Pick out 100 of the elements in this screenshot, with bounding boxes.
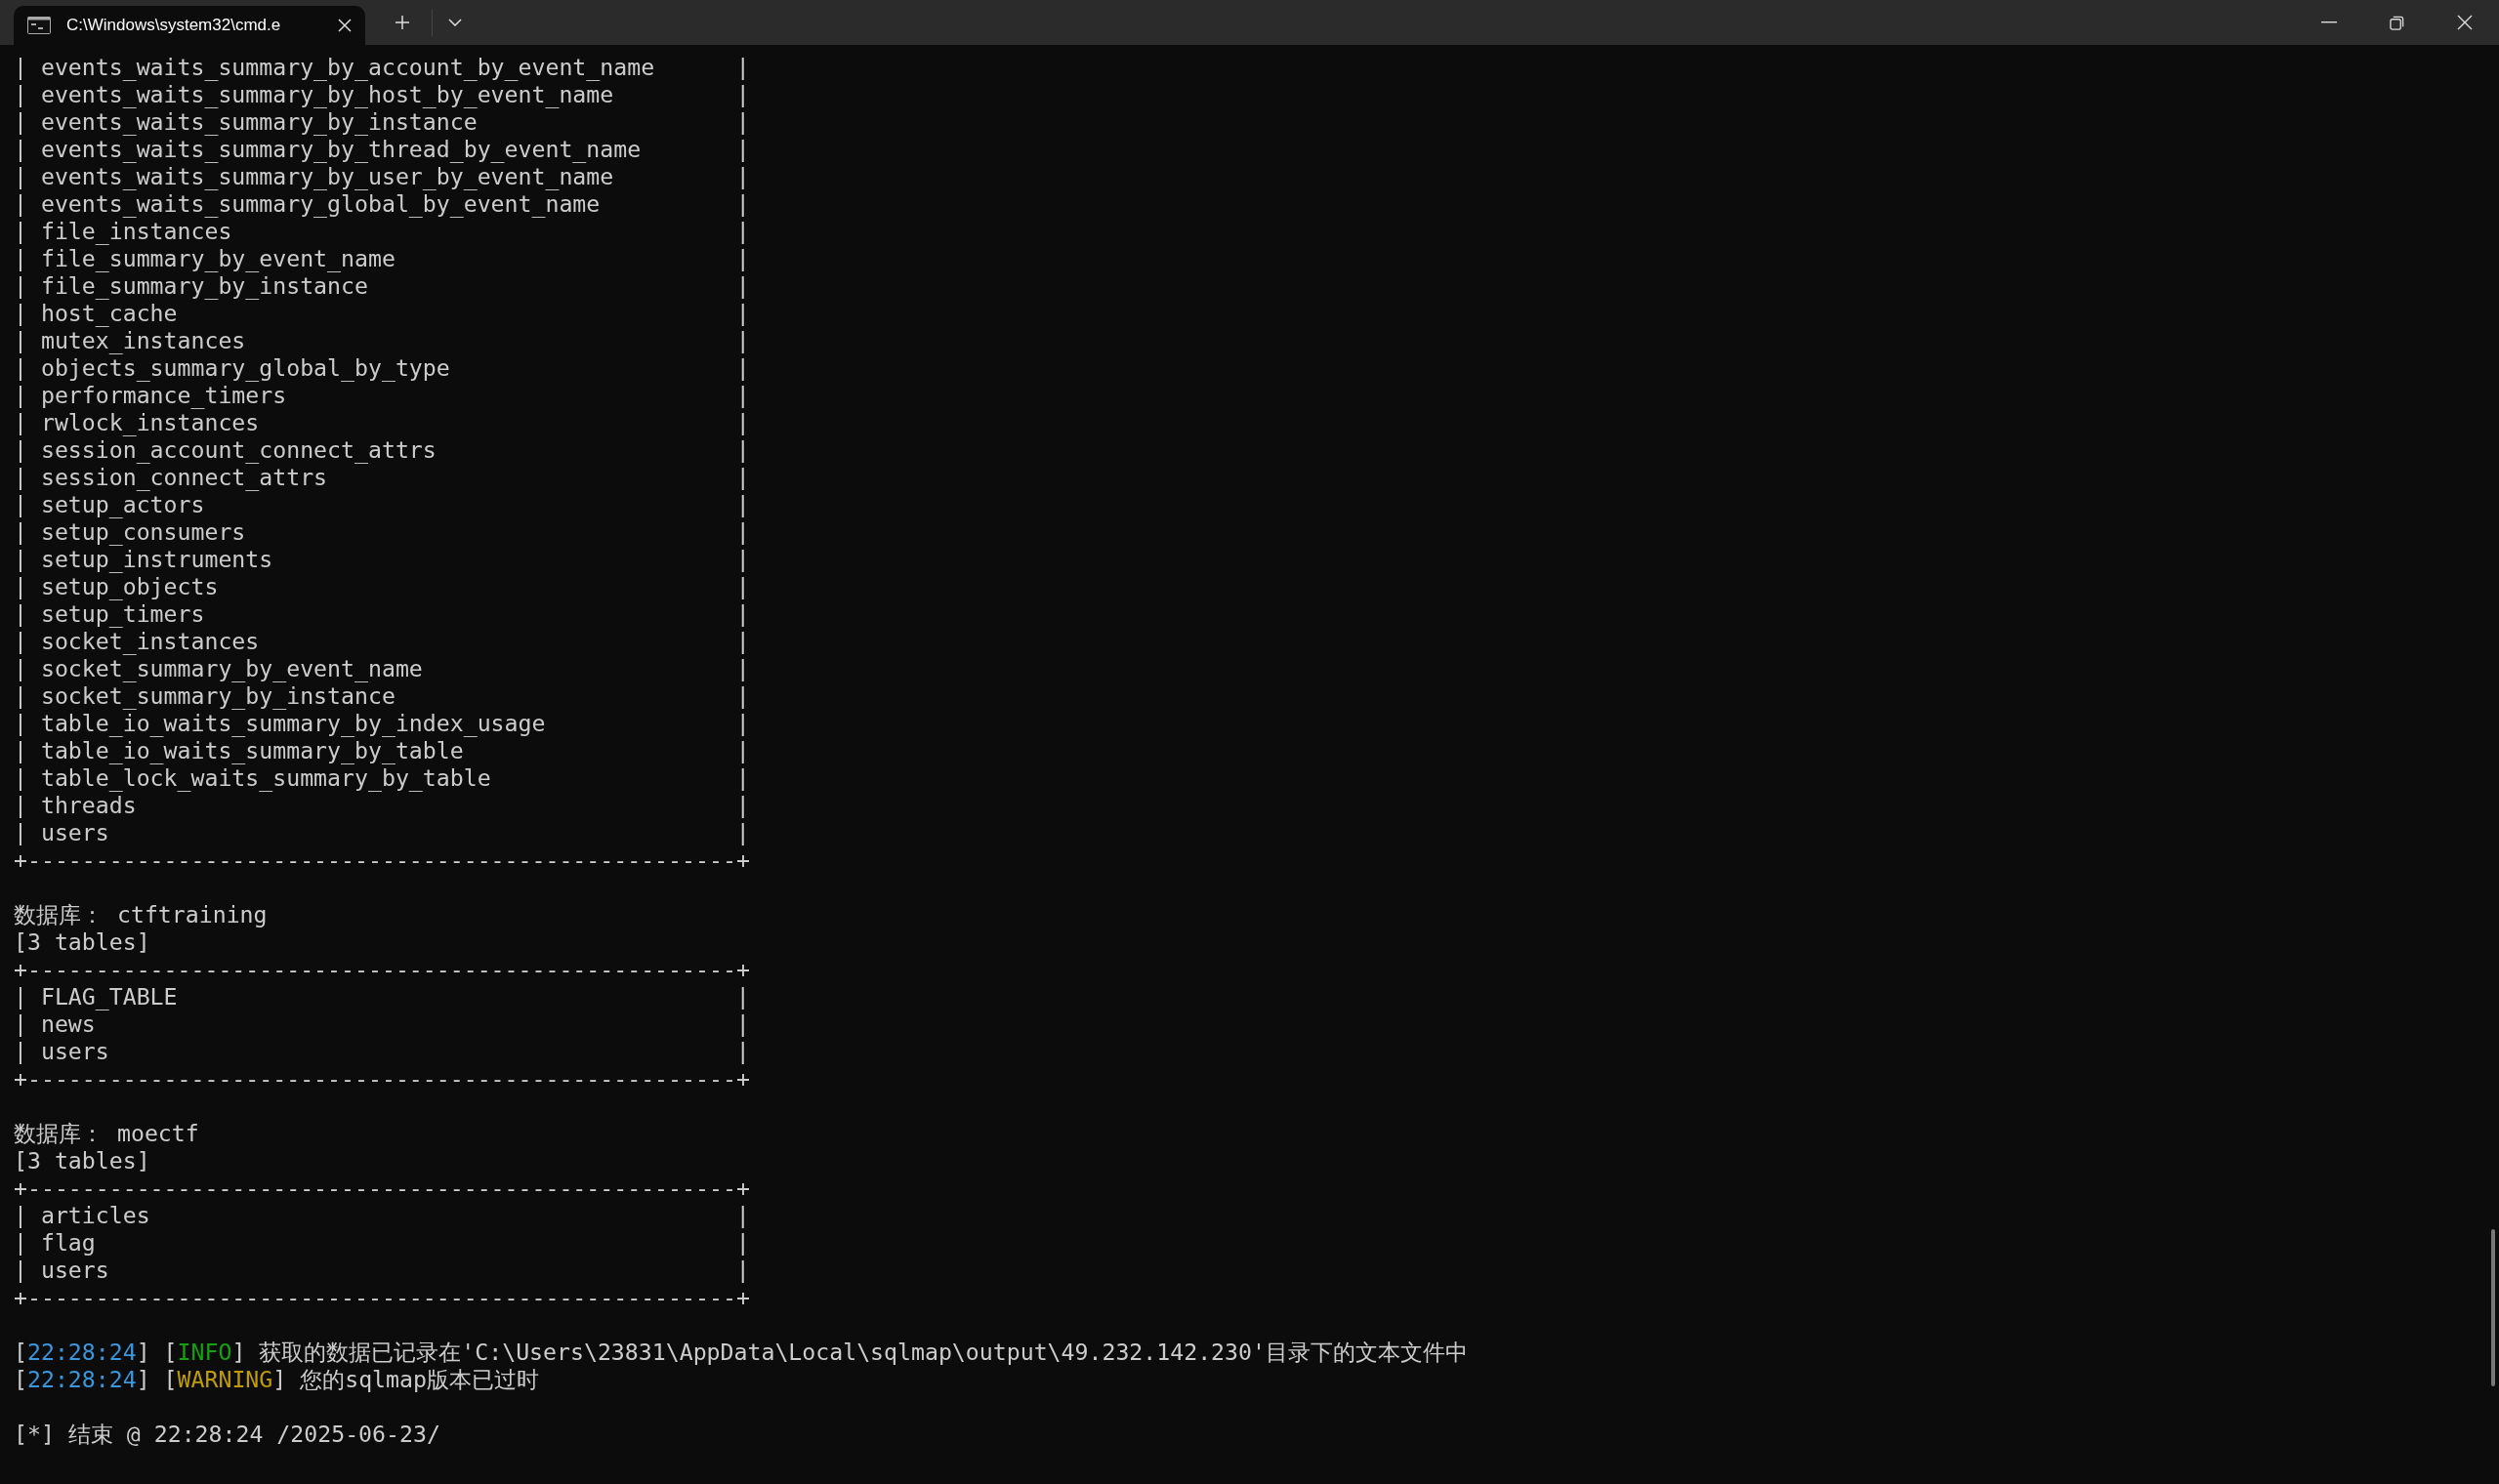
table-edge: |: [735, 491, 750, 518]
table-edge: |: [14, 655, 27, 682]
table-edge: |: [735, 81, 750, 108]
table-edge: |: [14, 1010, 27, 1038]
table-name: file_summary_by_event_name: [40, 245, 396, 272]
table-edge: |: [14, 300, 27, 327]
table-edge: |: [14, 409, 27, 436]
table-name: users: [40, 819, 109, 846]
table-name: file_summary_by_instance: [40, 272, 368, 300]
table-edge: |: [735, 190, 750, 218]
table-edge: |: [735, 163, 750, 190]
table-edge: |: [14, 54, 27, 81]
table-name: events_waits_summary_by_thread_by_event_name: [40, 136, 642, 163]
table-edge: |: [14, 436, 27, 464]
dropdown-icon[interactable]: [448, 19, 462, 26]
table-edge: |: [14, 710, 27, 737]
table-edge: |: [735, 272, 750, 300]
table-edge: |: [14, 764, 27, 792]
table-edge: |: [14, 327, 27, 354]
table-name: performance_timers: [40, 382, 287, 409]
table-edge: |: [14, 819, 27, 846]
output-line: [3 tables]: [14, 1147, 150, 1174]
table-name: users: [40, 1257, 109, 1284]
terminal-tab[interactable]: C:\Windows\system32\cmd.e: [14, 6, 365, 45]
table-edge: |: [735, 737, 750, 764]
table-name: setup_actors: [40, 491, 205, 518]
table-edge: |: [14, 1257, 27, 1284]
restore-icon[interactable]: [2390, 15, 2404, 30]
scrollbar[interactable]: [2491, 1229, 2495, 1386]
table-border: +----------------------------------------------------+: [14, 956, 750, 982]
new-tab-icon[interactable]: [395, 15, 410, 30]
table-edge: |: [14, 218, 27, 245]
table-edge: |: [14, 573, 27, 600]
table-edge: |: [14, 272, 27, 300]
log-line: [22:28:24] [WARNING] 您的sqlmap版本已过时: [14, 1366, 539, 1392]
close-tab-icon[interactable]: [338, 19, 352, 32]
table-edge: |: [14, 136, 27, 163]
table-edge: |: [735, 382, 750, 409]
table-name: events_waits_summary_by_user_by_event_name: [40, 163, 614, 190]
table-edge: |: [735, 218, 750, 245]
table-edge: |: [735, 409, 750, 436]
table-edge: |: [14, 518, 27, 546]
table-name: articles: [40, 1202, 150, 1229]
table-edge: |: [735, 819, 750, 846]
table-edge: |: [735, 108, 750, 136]
table-edge: |: [735, 764, 750, 792]
table-name: table_io_waits_summary_by_table: [40, 737, 464, 764]
table-name: table_io_waits_summary_by_index_usage: [40, 710, 546, 737]
terminal-icon: [27, 17, 51, 34]
table-name: setup_timers: [40, 600, 205, 628]
table-edge: |: [735, 245, 750, 272]
table-name: news: [40, 1010, 96, 1038]
table-name: events_waits_summary_by_account_by_event_name: [40, 54, 655, 81]
table-edge: |: [14, 163, 27, 190]
table-edge: |: [735, 518, 750, 546]
table-border: +----------------------------------------------------+: [14, 1175, 750, 1201]
table-name: events_waits_summary_by_instance: [40, 108, 478, 136]
table-name: socket_instances: [40, 628, 260, 655]
table-name: FLAG_TABLE: [40, 983, 178, 1010]
table-edge: |: [14, 190, 27, 218]
table-name: events_waits_summary_by_host_by_event_name: [40, 81, 614, 108]
table-name: host_cache: [40, 300, 178, 327]
table-edge: |: [14, 983, 27, 1010]
close-icon[interactable]: [2457, 15, 2473, 30]
table-edge: |: [735, 327, 750, 354]
table-edge: |: [14, 546, 27, 573]
table-edge: |: [735, 628, 750, 655]
table-name: mutex_instances: [40, 327, 246, 354]
table-edge: |: [14, 382, 27, 409]
table-name: file_instances: [40, 218, 232, 245]
table-name: socket_summary_by_instance: [40, 682, 396, 710]
table-edge: |: [14, 81, 27, 108]
table-name: session_account_connect_attrs: [40, 436, 437, 464]
table-name: session_connect_attrs: [40, 464, 328, 491]
table-edge: |: [735, 1229, 750, 1257]
table-edge: |: [14, 792, 27, 819]
table-edge: |: [735, 600, 750, 628]
output-line: [*] 结束 @ 22:28:24 /2025-06-23/: [14, 1421, 440, 1447]
table-edge: |: [14, 1038, 27, 1065]
table-edge: |: [735, 682, 750, 710]
table-edge: |: [735, 354, 750, 382]
table-edge: |: [14, 491, 27, 518]
table-edge: |: [735, 300, 750, 327]
table-name: table_lock_waits_summary_by_table: [40, 764, 491, 792]
table-edge: |: [735, 983, 750, 1010]
output-line: 数据库： moectf: [14, 1120, 199, 1146]
table-edge: |: [14, 1229, 27, 1257]
table-name: setup_consumers: [40, 518, 246, 546]
tab-title: C:\Windows\system32\cmd.e: [66, 16, 282, 35]
minimize-icon[interactable]: [2321, 21, 2337, 23]
table-edge: |: [735, 1202, 750, 1229]
table-border: +----------------------------------------------------+: [14, 1284, 750, 1310]
table-edge: |: [735, 546, 750, 573]
table-name: objects_summary_global_by_type: [40, 354, 450, 382]
table-name: flag: [40, 1229, 96, 1257]
table-edge: |: [735, 136, 750, 163]
table-edge: |: [735, 710, 750, 737]
table-edge: |: [14, 737, 27, 764]
table-edge: |: [735, 573, 750, 600]
log-line: [22:28:24] [INFO] 获取的数据已记录在'C:\Users\23831\AppData\Local\sqlmap\output\49.232.142.230'目录下的文本文件中: [14, 1339, 1468, 1365]
